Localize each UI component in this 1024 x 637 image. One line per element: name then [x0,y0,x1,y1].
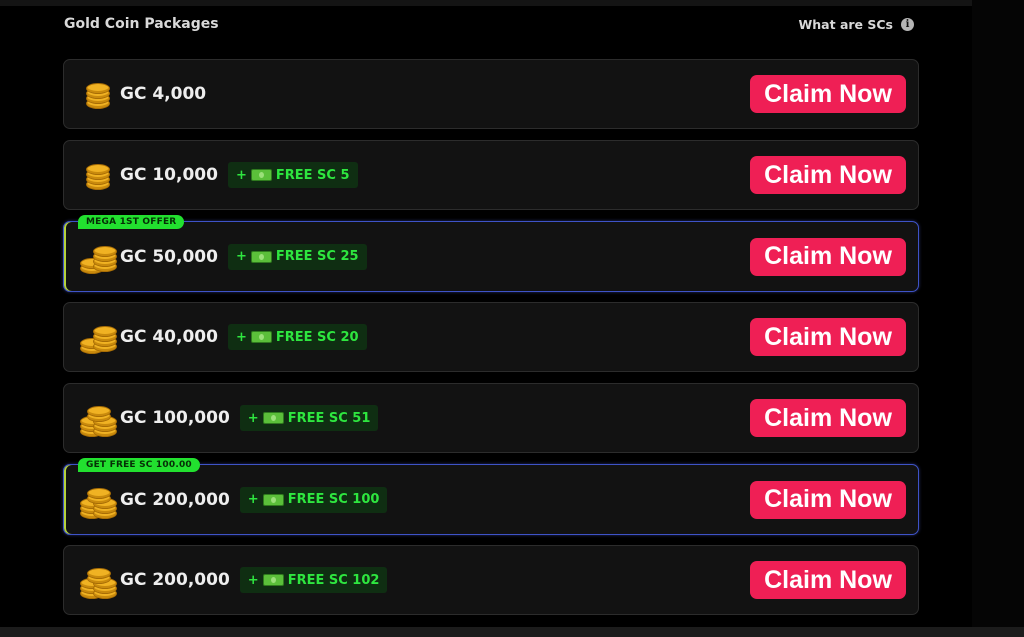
gold-coin-stack-icon [78,482,118,519]
claim-now-button[interactable]: Claim Now [750,156,906,194]
free-sc-bonus-badge: + FREE SC 20 [227,324,367,350]
package-card: GC 10,000 + FREE SC 5 Claim Now [63,140,919,210]
coin [87,406,111,417]
gold-coin-stack-icon [78,400,118,437]
package-card-featured: GET FREE SC 100.00 GC 200,000 + FREE SC … [63,458,919,535]
gold-coin-stack-icon [78,157,118,193]
package-card: GC 200,000 + FREE SC 102 Claim Now [63,545,919,615]
bonus-label: FREE SC 100 [287,492,380,507]
free-sc-bonus-badge: + FREE SC 5 [227,162,358,188]
help-link-label: What are SCs [798,16,894,32]
top-edge [0,0,1024,6]
free-sc-bonus-badge: + FREE SC 51 [239,405,379,431]
what-are-scs-link[interactable]: What are SCs i [798,16,914,32]
claim-now-button[interactable]: Claim Now [750,237,906,276]
offer-ribbon: MEGA 1ST OFFER [78,215,185,229]
bonus-plus: + [247,492,259,507]
packages-header: Gold Coin Packages What are SCs i [64,12,914,36]
bonus-label: FREE SC 25 [275,249,359,264]
gold-coin-stack-icon [78,562,118,599]
gc-amount: GC 200,000 [120,570,230,590]
package-card: GC 100,000 + FREE SC 51 Claim Now [63,383,919,453]
free-sc-bonus-badge: + FREE SC 100 [239,486,388,513]
gc-amount: GC 100,000 [120,408,230,428]
bonus-plus: + [247,572,259,588]
bonus-label: FREE SC 5 [275,167,350,183]
coin [86,83,110,94]
cash-icon [262,574,284,586]
cash-icon [262,493,284,506]
claim-now-button[interactable]: Claim Now [750,561,906,599]
free-sc-bonus-badge: + FREE SC 25 [227,243,367,270]
bonus-label: FREE SC 102 [287,572,380,588]
coin [86,164,110,175]
section-title: Gold Coin Packages [64,16,219,32]
gc-amount: GC 4,000 [120,84,207,104]
package-card-featured: MEGA 1ST OFFER GC 50,000 + FREE SC 25 Cl… [63,215,919,292]
cash-icon [262,412,284,424]
info-icon[interactable]: i [901,17,914,31]
bonus-label: FREE SC 20 [275,329,359,345]
bonus-plus: + [235,329,247,345]
coin [87,568,111,579]
bonus-plus: + [247,410,259,426]
free-sc-bonus-badge: + FREE SC 102 [239,567,388,593]
coin [93,245,117,257]
gc-amount: GC 40,000 [120,327,218,347]
offer-ribbon: GET FREE SC 100.00 [78,458,200,472]
cash-icon [250,250,272,263]
coin [87,487,111,499]
bonus-plus: + [235,249,247,264]
gc-amount: GC 10,000 [120,165,218,185]
coin [93,326,117,337]
claim-now-button[interactable]: Claim Now [750,480,906,519]
claim-now-button[interactable]: Claim Now [750,75,906,113]
gc-amount: GC 200,000 [120,489,230,510]
bonus-plus: + [235,167,247,183]
gc-amount: GC 50,000 [120,246,218,267]
bonus-label: FREE SC 51 [287,410,371,426]
bottom-scrollbar[interactable] [0,627,1024,637]
right-margin [972,0,1024,637]
gold-coin-stack-icon [78,319,118,355]
gold-coin-stack-icon [78,239,118,275]
gold-coin-stack-icon [78,76,118,112]
claim-now-button[interactable]: Claim Now [750,318,906,356]
cash-icon [250,331,272,343]
cash-icon [250,169,272,181]
claim-now-button[interactable]: Claim Now [750,399,906,437]
package-card: GC 4,000 Claim Now [63,59,919,129]
package-list: GC 4,000 Claim Now GC 10,000 + FREE SC 5… [63,59,921,626]
package-card: GC 40,000 + FREE SC 20 Claim Now [63,302,919,372]
